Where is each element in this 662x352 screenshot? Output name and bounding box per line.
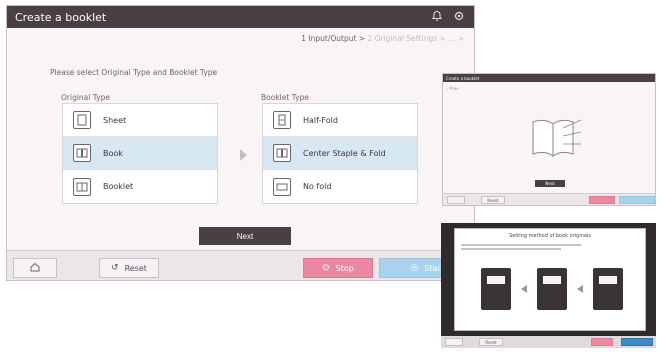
dialog-text (455, 239, 645, 250)
booklet-option-no-fold[interactable]: No fold (263, 170, 417, 203)
option-label: Center Staple & Fold (303, 148, 386, 158)
original-option-sheet[interactable]: Sheet (63, 104, 217, 137)
reset-button[interactable]: ↺ Reset (99, 258, 159, 278)
arrow-right-icon (240, 149, 247, 161)
start-icon: ◎ (410, 263, 419, 273)
breadcrumb-current: 1 Input/Output > (301, 34, 366, 43)
thumb-home-button[interactable] (447, 196, 465, 204)
preview-panel-original-settings: Create a booklet › Prev Next Reset (442, 73, 656, 206)
reset-icon: ↺ (111, 263, 119, 273)
no-fold-icon (273, 177, 291, 196)
original-type-list: Sheet Book Booklet (62, 103, 218, 204)
thumb-title-bar: Create a booklet (443, 74, 655, 82)
breadcrumb: 1 Input/Output > 2 Original Settings > .… (301, 34, 464, 43)
thumb-next-button[interactable]: Next (535, 180, 565, 187)
sheet-icon (73, 111, 91, 129)
booklet-option-half-fold[interactable]: Half-Fold (263, 104, 417, 137)
option-label: Sheet (103, 115, 127, 125)
thumb2-start-button[interactable] (621, 338, 653, 346)
breadcrumb-rest: 2 Original Settings > ... > (367, 34, 464, 43)
original-type-label: Original Type (61, 93, 110, 102)
reset-label: Reset (124, 263, 147, 273)
original-option-booklet[interactable]: Booklet (63, 170, 217, 203)
scanner-illustrations (477, 264, 627, 314)
option-label: No fold (303, 182, 332, 191)
preview-panel-setting-method: Setting method of book originals Reset (441, 223, 656, 348)
thumb-title: Create a booklet (446, 75, 480, 81)
booklet-type-list: Half-Fold Center Staple & Fold No fold (262, 103, 418, 204)
booklet-type-label: Booklet Type (261, 93, 309, 102)
bottom-bar: ↺ Reset ⊙ Stop ◎ Start (7, 250, 474, 280)
instruction-text: Please select Original Type and Booklet … (50, 68, 218, 77)
thumb-stop-button[interactable] (589, 196, 615, 204)
thumb2-bottom-bar: Reset (441, 336, 656, 348)
create-booklet-panel: Create a booklet 1 Input/Output > 2 Orig… (6, 5, 475, 281)
title-bar: Create a booklet (7, 6, 474, 28)
thumb2-reset-button[interactable]: Reset (479, 338, 503, 346)
half-fold-icon (273, 111, 291, 129)
home-button[interactable] (13, 258, 57, 278)
setting-method-dialog: Setting method of book originals (454, 228, 646, 331)
thumb-start-button[interactable] (619, 196, 655, 204)
option-label: Book (103, 148, 123, 158)
thumb2-stop-button[interactable] (591, 338, 613, 346)
option-label: Half-Fold (303, 115, 338, 125)
thumb-crumb: › Prev (447, 86, 459, 91)
original-option-book[interactable]: Book (63, 137, 217, 170)
stop-label: Stop (335, 263, 354, 273)
home-icon (29, 261, 41, 275)
center-staple-fold-icon (273, 144, 291, 162)
stop-icon: ⊙ (322, 263, 330, 273)
stop-button[interactable]: ⊙ Stop (303, 258, 373, 278)
settings-icon[interactable] (452, 10, 466, 24)
thumb-reset-button[interactable]: Reset (481, 196, 505, 204)
booklet-option-center-staple[interactable]: Center Staple & Fold (263, 137, 417, 170)
panel-title: Create a booklet (15, 10, 107, 24)
next-button[interactable]: Next (199, 227, 291, 245)
thumb2-home-button[interactable] (445, 338, 463, 346)
bell-icon[interactable] (430, 10, 444, 24)
option-label: Booklet (103, 182, 134, 191)
book-icon (73, 144, 91, 162)
booklet-icon (73, 177, 91, 196)
book-illustration (523, 112, 583, 162)
thumb-bottom-bar: Reset (443, 193, 655, 205)
